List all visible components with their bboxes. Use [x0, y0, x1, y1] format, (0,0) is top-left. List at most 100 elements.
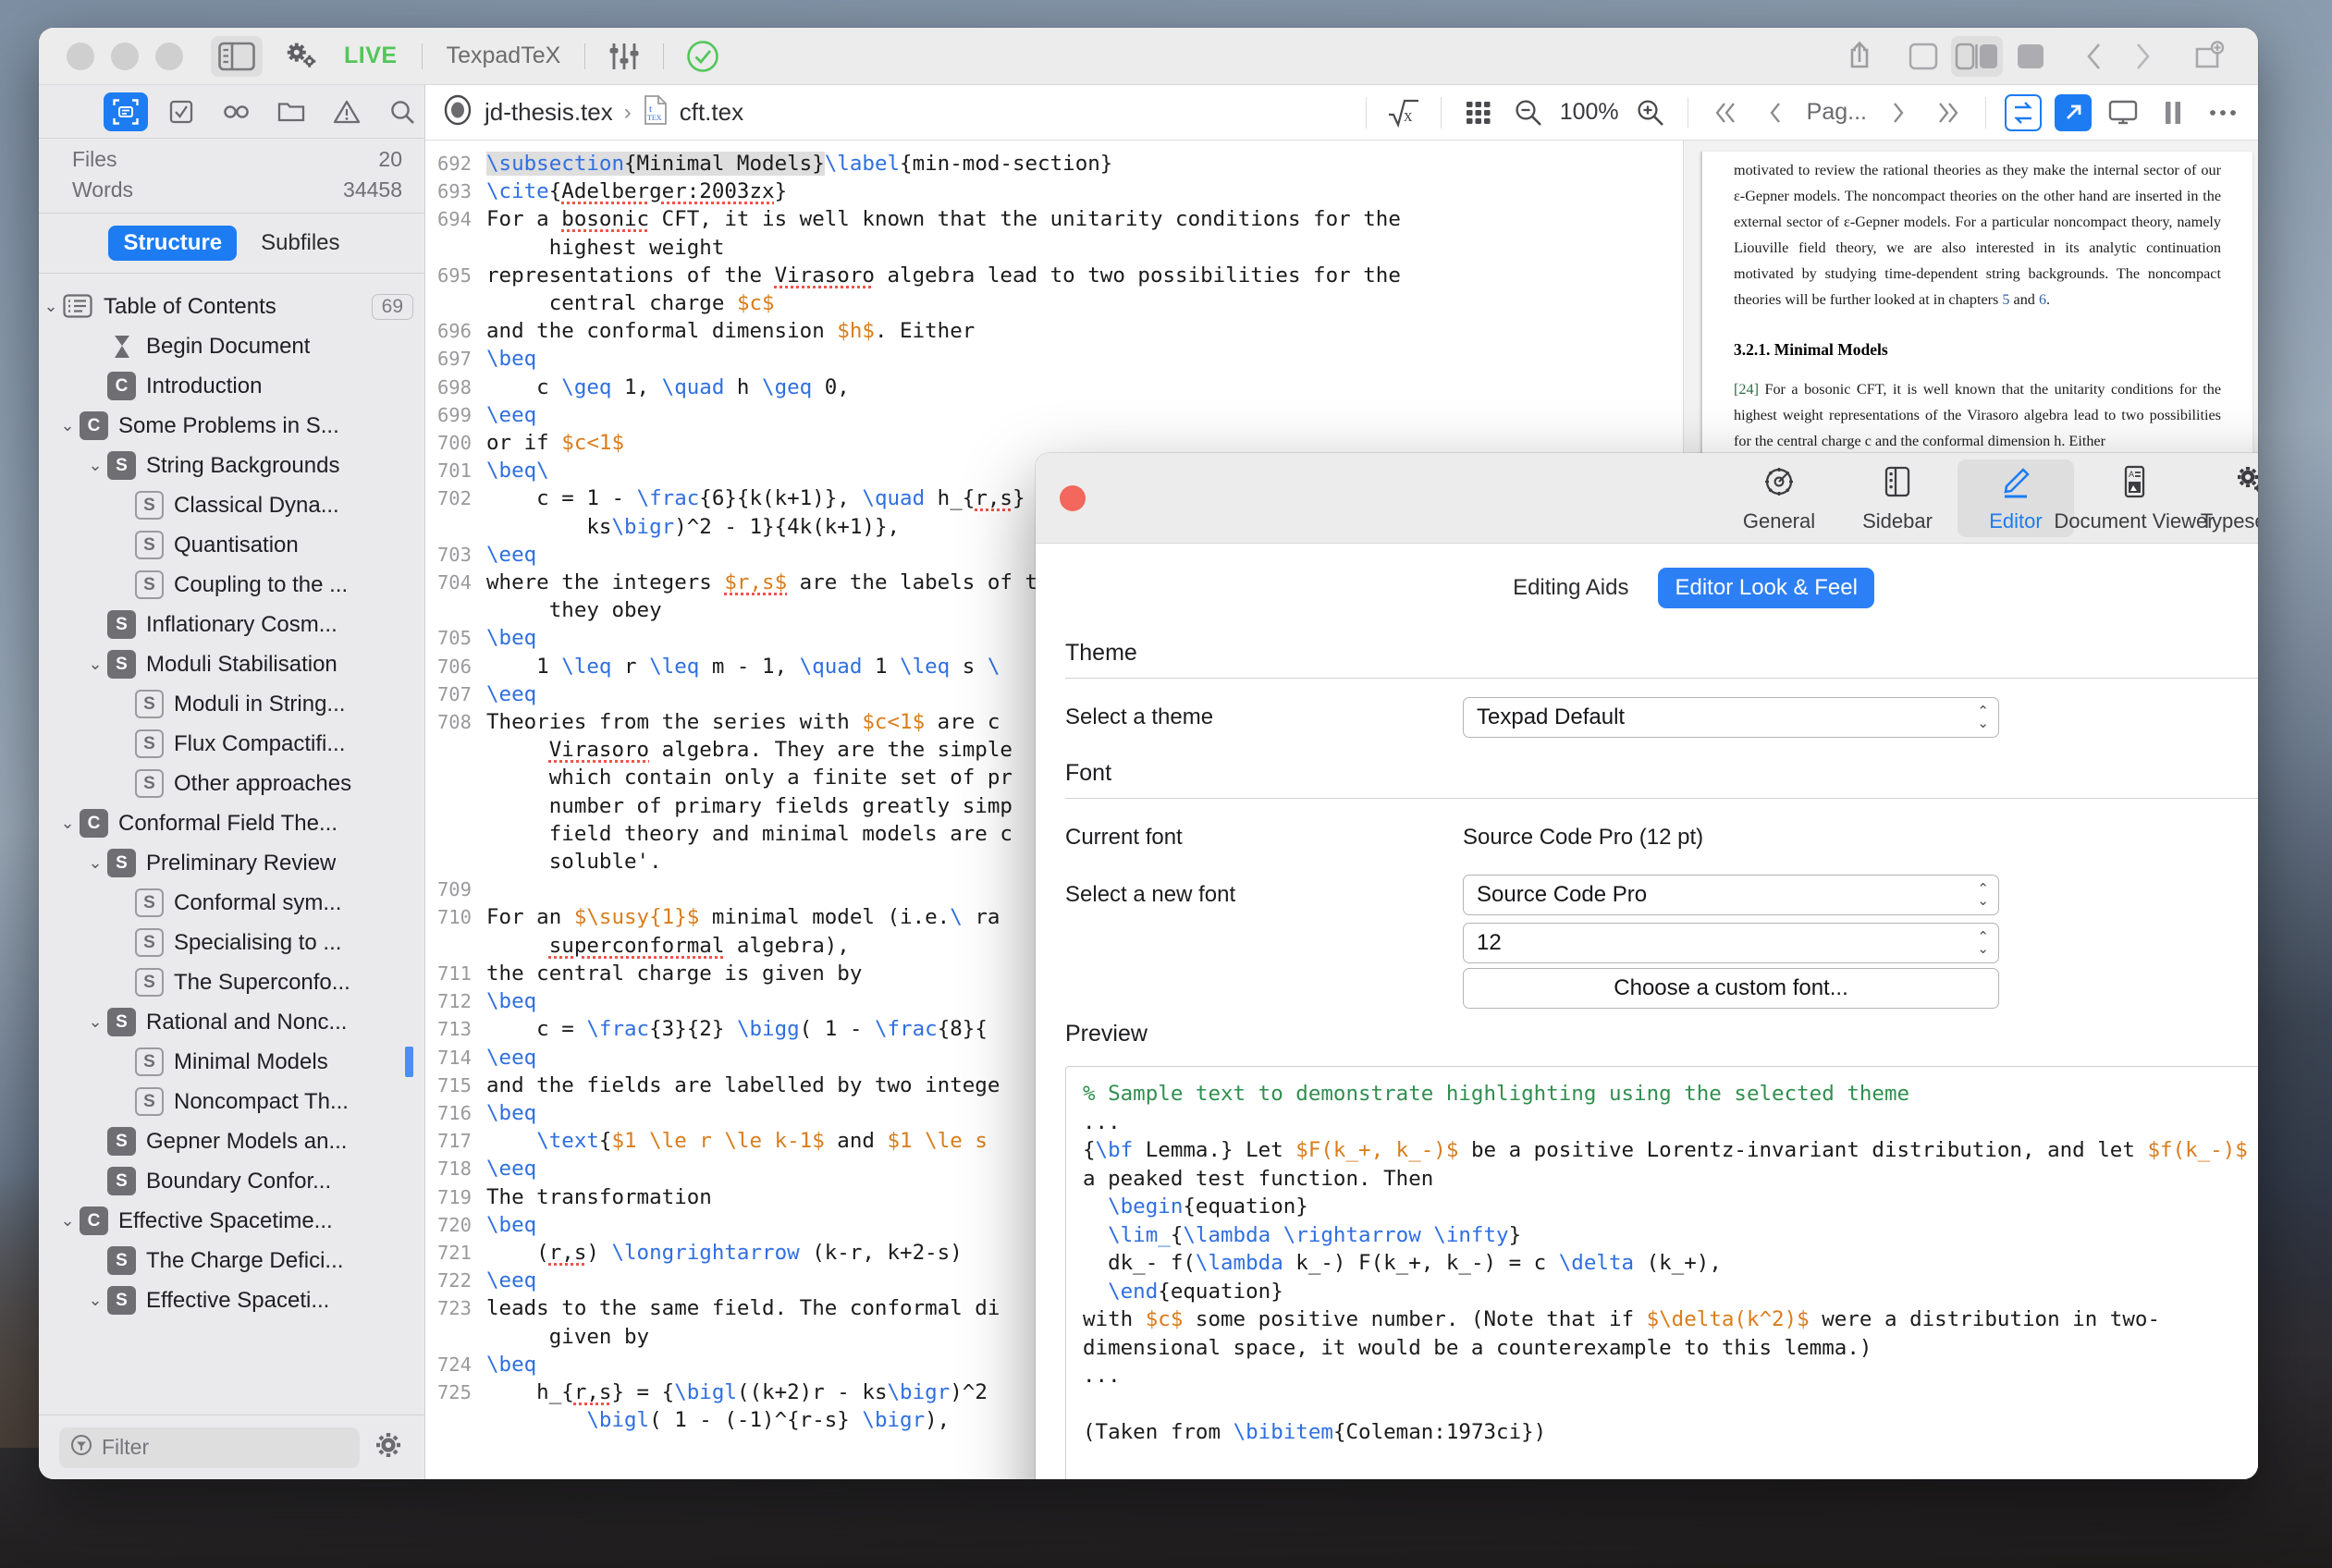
check-circle-icon[interactable] — [684, 38, 721, 75]
code-line[interactable]: 692 \subsection{Minimal Models}\label{min… — [425, 150, 1683, 178]
page-indicator[interactable]: Pag... — [1807, 99, 1867, 126]
code-line[interactable]: 696 and the conformal dimension $h$. Eith… — [425, 317, 1683, 345]
minimize-window-button[interactable] — [111, 42, 139, 70]
sync-scroll-icon[interactable] — [2005, 93, 2042, 131]
sidebar-item-todo[interactable] — [159, 92, 203, 131]
toc-item[interactable]: ⌄ C Some Problems in S... — [39, 406, 424, 446]
toc-item[interactable]: ⌄SCoupling to the ... — [39, 565, 424, 605]
toc-item[interactable]: ⌄SNoncompact Th... — [39, 1082, 424, 1121]
chevron-down-icon[interactable]: ⌄ — [83, 655, 107, 674]
sqrt-x-icon[interactable]: x — [1385, 94, 1422, 131]
layout-preview-only-icon[interactable] — [2012, 38, 2049, 75]
toc-item[interactable]: ⌄Begin Document — [39, 326, 424, 366]
gears-icon[interactable] — [283, 38, 320, 75]
gear-icon[interactable] — [373, 1429, 404, 1465]
close-window-button[interactable] — [1060, 484, 1086, 511]
subtab-editor-look-and-feel[interactable]: Editor Look & Feel — [1658, 568, 1874, 608]
close-window-button[interactable] — [67, 42, 94, 70]
code-line[interactable]: 693 \cite{Adelberger:2003zx} — [425, 178, 1683, 205]
font-family-dropdown[interactable]: Source Code Pro ⌃ ⌄ — [1463, 875, 1999, 916]
pdf-chapter-link[interactable]: 6 — [2039, 291, 2046, 308]
toc-item[interactable]: ⌄ S Effective Spaceti... — [39, 1280, 424, 1320]
code-line[interactable]: 699 \eeq — [425, 401, 1683, 429]
toc-item[interactable]: ⌄SThe Charge Defici... — [39, 1241, 424, 1280]
toc-item[interactable]: ⌄SInflationary Cosm... — [39, 605, 424, 644]
share-icon[interactable] — [1844, 38, 1881, 75]
zoom-in-icon[interactable] — [1632, 94, 1669, 131]
open-external-icon[interactable] — [2055, 93, 2092, 131]
toc-item[interactable]: ⌄SMinimal Models — [39, 1042, 424, 1082]
toc-item[interactable]: ⌄SModuli in String... — [39, 684, 424, 724]
tab-typesetting[interactable]: Typesetting — [2194, 459, 2258, 537]
pdf-chapter-link[interactable]: 5 — [2002, 291, 2009, 308]
chevron-down-icon[interactable]: ⌄ — [83, 1012, 107, 1032]
breadcrumb-file[interactable]: cft.tex — [680, 98, 743, 127]
typesetting-engine-label[interactable]: TexpadTeX — [447, 43, 561, 69]
toc-item[interactable]: ⌄ S Moduli Stabilisation — [39, 644, 424, 684]
chevron-down-icon[interactable]: ⌄ — [83, 1291, 107, 1310]
thumbnail-grid-icon[interactable] — [1460, 94, 1497, 131]
font-size-dropdown[interactable]: 12 ⌃ ⌄ — [1463, 923, 1999, 964]
sidebar-item-files[interactable] — [269, 92, 313, 131]
toc-item[interactable]: ⌄SGepner Models an... — [39, 1121, 424, 1161]
toc-item[interactable]: ⌄SBoundary Confor... — [39, 1161, 424, 1201]
chevron-down-icon[interactable]: ⌄ — [83, 853, 107, 873]
tab-sidebar[interactable]: Sidebar — [1839, 459, 1956, 537]
new-tab-icon[interactable] — [2190, 38, 2227, 75]
zoom-level-label[interactable]: 100% — [1560, 99, 1619, 126]
layout-editor-only-icon[interactable] — [1905, 38, 1942, 75]
toc-item[interactable]: ⌄CIntroduction — [39, 366, 424, 406]
chevron-down-icon[interactable]: ⌄ — [55, 416, 80, 435]
more-options-icon[interactable] — [2204, 94, 2241, 131]
code-line[interactable]: 698 c \geq 1, \quad h \geq 0, — [425, 374, 1683, 401]
toc-item[interactable]: ⌄SClassical Dyna... — [39, 485, 424, 525]
code-line[interactable]: highest weight — [425, 234, 1683, 262]
subtab-editing-aids[interactable]: Editing Aids — [1496, 568, 1645, 608]
chevron-left-icon[interactable] — [2077, 38, 2114, 75]
sidebar-item-problems[interactable] — [325, 92, 369, 131]
chevron-down-icon[interactable]: ⌄ — [55, 1211, 80, 1231]
code-line[interactable]: 697 \beq — [425, 345, 1683, 373]
toc-item[interactable]: ⌄ C Conformal Field The... — [39, 803, 424, 843]
prev-page-icon[interactable] — [1757, 94, 1794, 131]
last-page-icon[interactable] — [1930, 94, 1967, 131]
tab-subfiles[interactable]: Subfiles — [246, 226, 354, 261]
tab-document-viewer[interactable]: A Document Viewer — [2054, 459, 2215, 537]
layout-split-icon[interactable] — [1951, 35, 2003, 77]
target-circle-icon[interactable] — [442, 94, 473, 130]
next-page-icon[interactable] — [1880, 94, 1917, 131]
chevron-down-icon[interactable]: ⌄ — [55, 814, 80, 833]
pause-icon[interactable] — [2154, 94, 2191, 131]
toc-item[interactable]: ⌄ S Rational and Nonc... — [39, 1002, 424, 1042]
breadcrumb-project[interactable]: jd-thesis.tex — [485, 98, 613, 127]
chevron-down-icon[interactable]: ⌄ — [39, 297, 63, 316]
code-line[interactable]: central charge $c$ — [425, 289, 1683, 317]
code-line[interactable]: 695 representations of the Virasoro algeb… — [425, 262, 1683, 289]
toc-item[interactable]: ⌄SThe Superconfo... — [39, 962, 424, 1002]
chevron-down-icon[interactable]: ⌄ — [83, 456, 107, 475]
zoom-out-icon[interactable] — [1510, 94, 1547, 131]
tab-structure[interactable]: Structure — [108, 226, 238, 261]
choose-custom-font-button[interactable]: Choose a custom font... — [1463, 968, 1999, 1010]
first-page-icon[interactable] — [1707, 94, 1744, 131]
sliders-icon[interactable] — [606, 38, 643, 75]
sidebar-item-references[interactable] — [215, 92, 259, 131]
filter-input[interactable]: Filter — [59, 1427, 360, 1468]
toc-item[interactable]: ⌄ C Effective Spacetime... — [39, 1201, 424, 1241]
sidebar-toggle-icon[interactable] — [211, 35, 263, 77]
toc-item[interactable]: ⌄SQuantisation — [39, 525, 424, 565]
tab-general[interactable]: General — [1721, 459, 1837, 537]
toc-root-row[interactable]: ⌄ Table of Contents 69 — [39, 287, 424, 326]
toc-item[interactable]: ⌄ S Preliminary Review — [39, 843, 424, 883]
toc-item[interactable]: ⌄SSpecialising to ... — [39, 923, 424, 962]
toc-item[interactable]: ⌄ S String Backgrounds — [39, 446, 424, 485]
theme-select-dropdown[interactable]: Texpad Default ⌃ ⌄ — [1463, 697, 1999, 739]
display-icon[interactable] — [2105, 94, 2142, 131]
toc-item[interactable]: ⌄SOther approaches — [39, 764, 424, 803]
search-icon[interactable] — [380, 92, 424, 131]
chevron-right-icon[interactable] — [2123, 38, 2160, 75]
toc-item[interactable]: ⌄SConformal sym... — [39, 883, 424, 923]
sidebar-item-outline[interactable] — [104, 92, 148, 131]
maximize-window-button[interactable] — [155, 42, 183, 70]
code-line[interactable]: 694 For a bosonic CFT, it is well known t… — [425, 205, 1683, 233]
